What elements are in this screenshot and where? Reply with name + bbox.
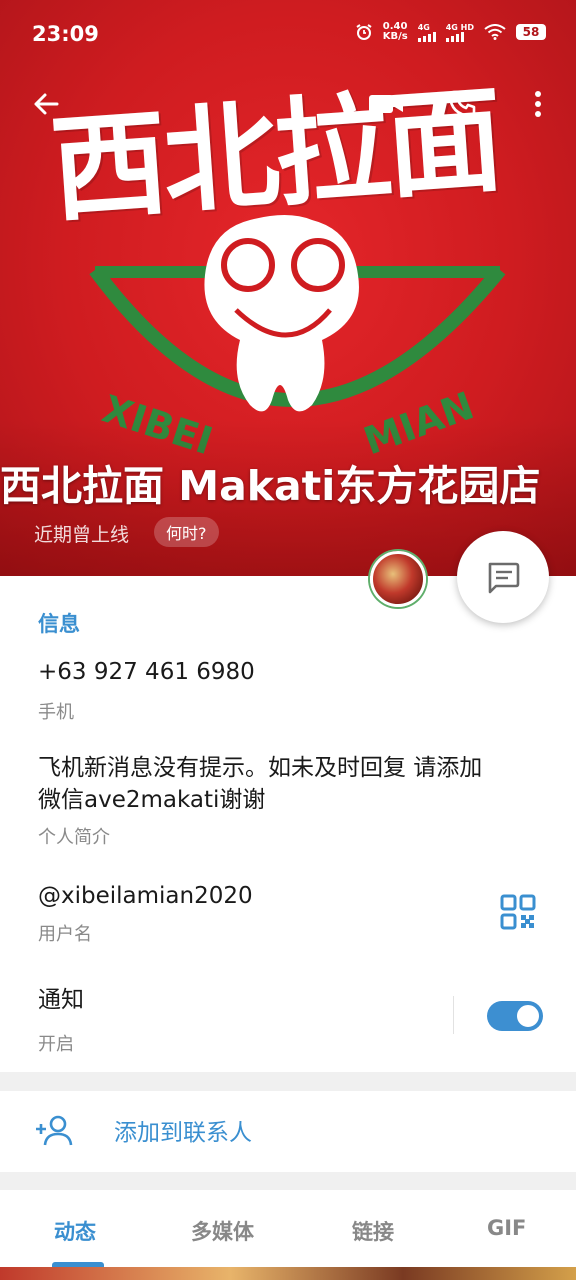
voice-call-button[interactable] — [442, 84, 482, 124]
add-contact-row[interactable] — [0, 1091, 576, 1172]
last-seen-text: 近期曾上线 — [34, 524, 130, 546]
toggle-knob — [515, 1003, 541, 1029]
network-speed-unit: KB/s — [382, 31, 408, 42]
phone-icon — [448, 90, 476, 118]
chat-bubble-icon — [488, 562, 520, 594]
status-bar: 23:09 0.40 KB/s 4G 4G HD 58 — [0, 0, 576, 66]
tab-media[interactable]: 多媒体 — [191, 1216, 254, 1246]
add-user-icon — [36, 1115, 73, 1146]
network-type-2: 4G HD — [445, 22, 474, 32]
qr-code-icon[interactable] — [500, 894, 536, 930]
status-icons: 0.40 KB/s 4G 4G HD 58 — [355, 22, 546, 42]
more-options-button[interactable] — [522, 84, 554, 124]
profile-header: XIBEI MIAN 西北拉面 23:09 0.40 KB/s 4G 4G HD — [0, 0, 576, 576]
bio-text-line2[interactable]: 微信ave2makati谢谢 — [38, 784, 265, 816]
alarm-icon — [356, 24, 372, 40]
bio-text-line1[interactable]: 飞机新消息没有提示。如未及时回复 请添加 — [38, 752, 482, 784]
section-title: 信息 — [38, 612, 80, 636]
media-preview-strip — [0, 1267, 576, 1280]
notifications-status: 开启 — [38, 1034, 74, 1055]
profile-name: 西北拉面 Makati东方花园店 — [0, 462, 541, 510]
bio-label: 个人简介 — [38, 827, 110, 848]
phone-label: 手机 — [38, 702, 74, 723]
username[interactable]: @xibeilamian2020 — [38, 880, 253, 912]
battery-icon: 58 — [516, 24, 546, 40]
wifi-icon — [484, 24, 506, 40]
signal-2: 4G HD — [445, 22, 474, 42]
signal-bars-icon — [417, 31, 436, 42]
status-time: 23:09 — [32, 22, 99, 46]
phone-number[interactable]: +63 927 461 6980 — [38, 656, 255, 688]
video-call-button[interactable] — [364, 84, 408, 124]
add-contact-button[interactable]: 添加到联系人 — [114, 1113, 252, 1147]
signal-bars-icon — [445, 31, 464, 42]
network-type-1: 4G — [417, 22, 430, 32]
more-vertical-icon — [535, 91, 541, 117]
logo-characters: 西北拉面 — [46, 71, 504, 239]
signal-1: 4G — [417, 22, 436, 42]
notifications-title: 通知 — [38, 987, 84, 1013]
username-label: 用户名 — [38, 924, 92, 945]
divider — [453, 996, 454, 1034]
back-arrow-icon — [34, 93, 59, 115]
tab-posts[interactable]: 动态 — [54, 1216, 96, 1246]
last-seen-when-chip[interactable]: 何时? — [154, 517, 219, 547]
tab-gif[interactable]: GIF — [487, 1216, 526, 1240]
avatar[interactable] — [370, 551, 426, 607]
notifications-toggle[interactable] — [487, 1001, 543, 1031]
back-button[interactable] — [26, 84, 66, 124]
tab-links[interactable]: 链接 — [352, 1216, 394, 1246]
network-speed: 0.40 KB/s — [383, 22, 408, 42]
message-button[interactable] — [457, 531, 549, 623]
video-camera-icon — [369, 95, 403, 113]
